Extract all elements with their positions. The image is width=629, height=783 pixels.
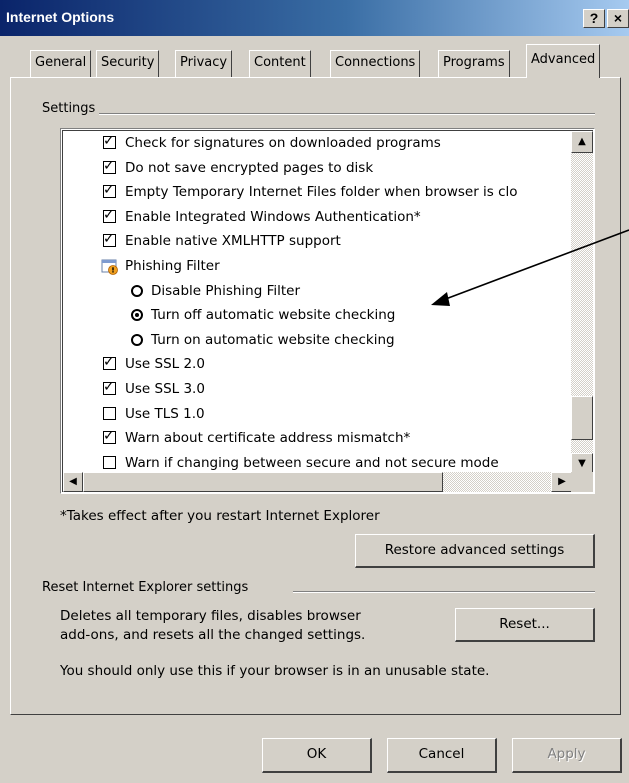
tab-advanced[interactable]: Advanced	[526, 44, 601, 78]
annotation-arrow	[431, 229, 629, 306]
annotation-arrow-head	[431, 292, 450, 306]
annotation-arrow-line	[442, 229, 629, 301]
internet-options-dialog: Internet Options ? × General Security Pr…	[0, 0, 629, 783]
